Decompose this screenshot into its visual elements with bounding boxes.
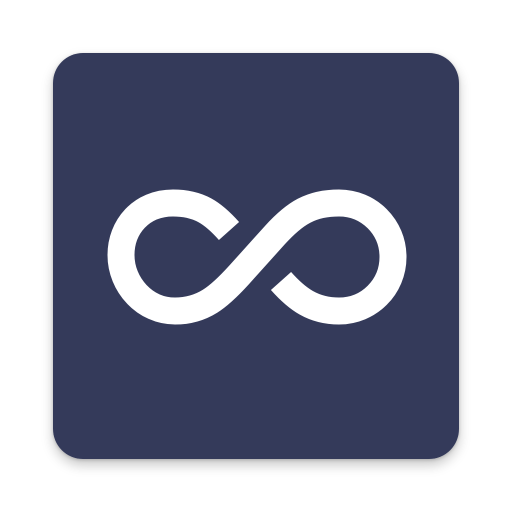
icon-canvas [0, 0, 512, 512]
app-icon[interactable] [53, 53, 459, 459]
infinity-icon [107, 189, 407, 325]
